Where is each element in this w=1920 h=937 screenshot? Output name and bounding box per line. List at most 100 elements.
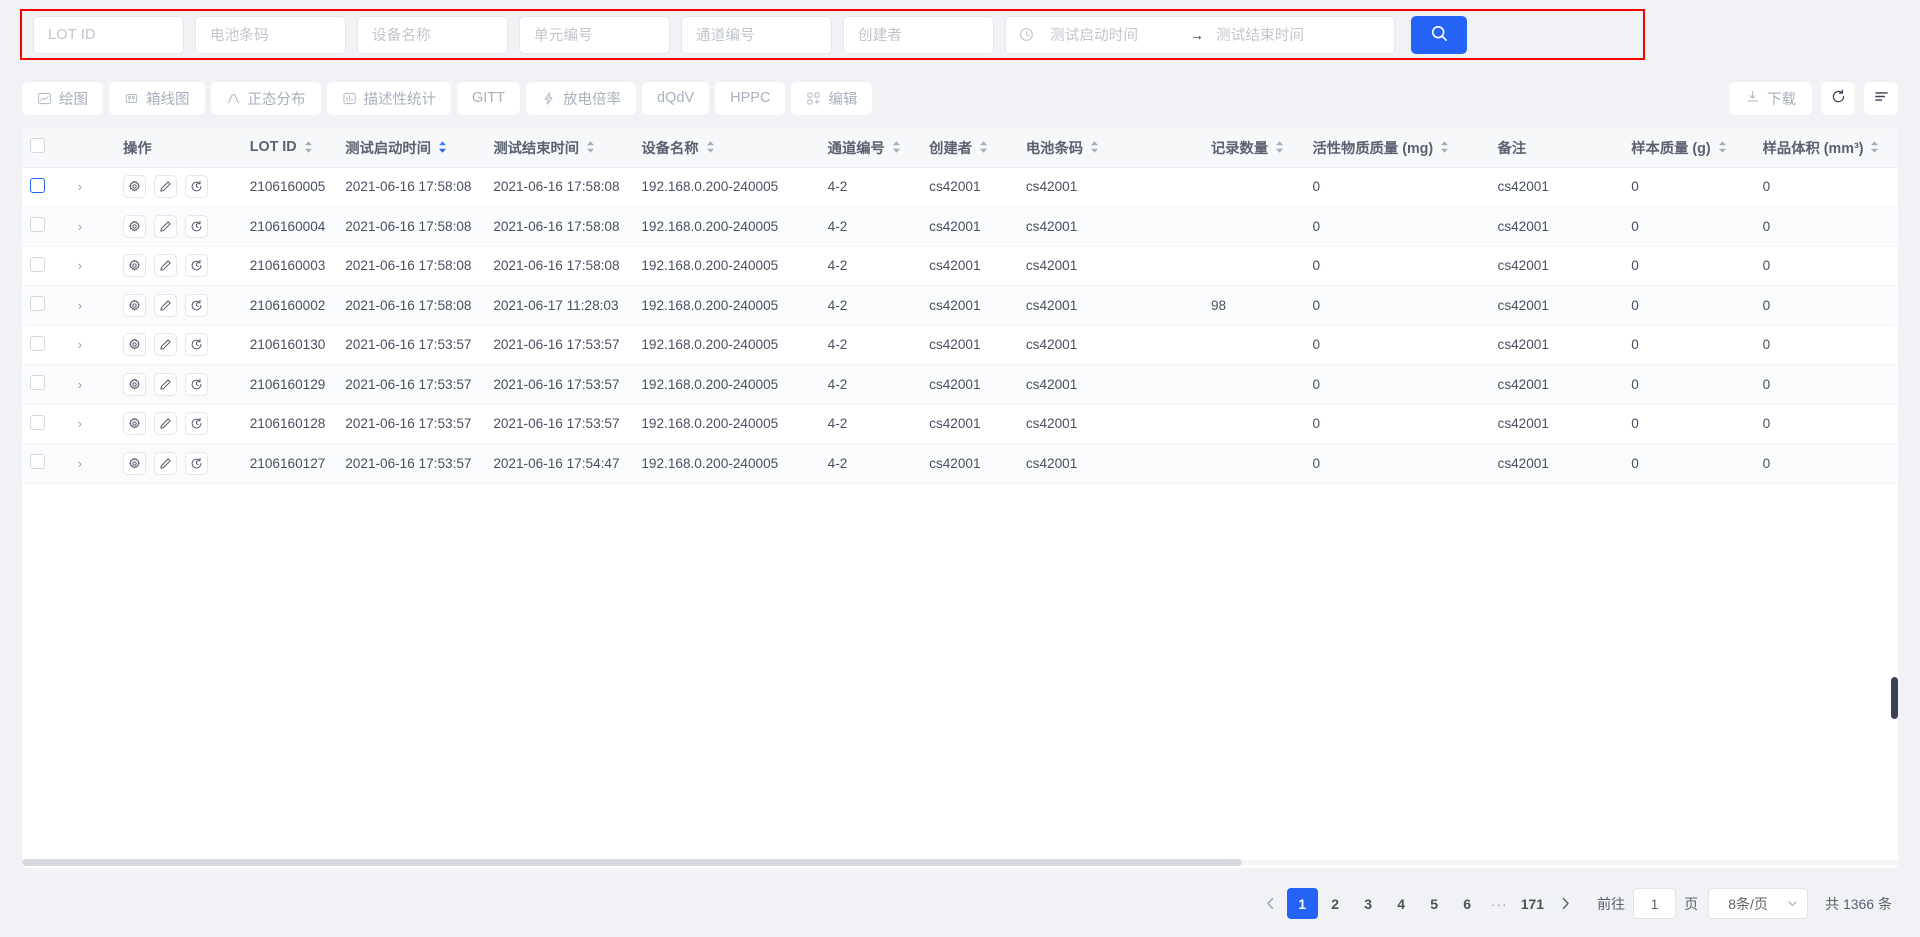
sort-icon-active-desc[interactable]: [437, 140, 448, 154]
tool-button-dqdv[interactable]: dQdV: [642, 81, 710, 115]
row-action-gear-icon[interactable]: [123, 372, 147, 396]
sort-icon[interactable]: [585, 140, 596, 154]
search-input-channel-number[interactable]: 通道编号: [681, 15, 832, 54]
row-action-pencil-icon[interactable]: [154, 372, 178, 396]
expand-row-icon[interactable]: ›: [78, 179, 82, 194]
row-action-pencil-icon[interactable]: [154, 451, 178, 475]
row-select-cell[interactable]: [22, 404, 70, 444]
table-row[interactable]: › 2106160004 2021-06-16 17:58:08 2021-06-16…: [22, 206, 1898, 247]
row-checkbox[interactable]: [30, 454, 45, 470]
pagination-ellipsis[interactable]: ···: [1484, 896, 1515, 912]
header-end-time[interactable]: 测试结束时间: [485, 128, 634, 168]
row-select-cell[interactable]: [22, 325, 70, 365]
row-action-pencil-icon[interactable]: [154, 412, 178, 436]
sort-icon[interactable]: [303, 140, 314, 154]
tool-button-descriptive-statistics[interactable]: 描述性统计: [326, 81, 451, 115]
pagination-page-3[interactable]: 3: [1353, 888, 1384, 919]
header-sample-volume[interactable]: 样品体积 (mm³): [1754, 128, 1898, 168]
date-range-end[interactable]: 测试结束时间: [1216, 24, 1344, 45]
row-checkbox[interactable]: [30, 375, 45, 391]
pagination-page-4[interactable]: 4: [1386, 888, 1417, 919]
download-button[interactable]: 下载: [1729, 81, 1812, 115]
search-input-creator[interactable]: 创建者: [843, 15, 994, 54]
row-action-gear-icon[interactable]: [123, 293, 147, 317]
sort-icon[interactable]: [1869, 140, 1880, 154]
sort-icon[interactable]: [705, 140, 716, 154]
pagination-prev-button[interactable]: [1256, 889, 1286, 919]
pagination-page-6[interactable]: 6: [1452, 888, 1483, 919]
row-action-history-icon[interactable]: [185, 214, 209, 238]
row-action-gear-icon[interactable]: [123, 175, 147, 199]
expand-row-icon[interactable]: ›: [78, 337, 82, 352]
row-action-history-icon[interactable]: [185, 293, 209, 317]
row-action-history-icon[interactable]: [185, 412, 209, 436]
header-device-name[interactable]: 设备名称: [633, 128, 820, 168]
date-range-picker[interactable]: 测试启动时间 → 测试结束时间: [1005, 15, 1395, 54]
search-button[interactable]: [1411, 15, 1467, 54]
row-action-history-icon[interactable]: [185, 372, 209, 396]
pagination-page-5[interactable]: 5: [1419, 888, 1450, 919]
row-select-cell[interactable]: [22, 364, 70, 405]
row-select-cell[interactable]: [22, 443, 70, 484]
row-checkbox[interactable]: [30, 217, 45, 233]
search-input-device-name[interactable]: 设备名称: [357, 15, 508, 54]
search-input-battery-barcode[interactable]: 电池条码: [195, 15, 346, 54]
tool-button-edit[interactable]: 编辑: [791, 81, 873, 115]
row-expand-cell[interactable]: ›: [69, 206, 116, 247]
header-active-mass[interactable]: 活性物质质量 (mg): [1304, 128, 1490, 168]
header-sample-weight[interactable]: 样本质量 (g): [1623, 128, 1755, 168]
row-expand-cell[interactable]: ›: [69, 285, 116, 326]
row-expand-cell[interactable]: ›: [69, 443, 116, 484]
search-input-unit-number[interactable]: 单元编号: [519, 15, 670, 54]
tool-button-draw[interactable]: 绘图: [22, 81, 103, 115]
header-start-time[interactable]: 测试启动时间: [337, 128, 486, 168]
expand-row-icon[interactable]: ›: [78, 219, 82, 234]
date-range-start[interactable]: 测试启动时间: [1050, 24, 1178, 45]
row-expand-cell[interactable]: ›: [69, 325, 116, 365]
sort-icon[interactable]: [1717, 140, 1728, 154]
row-action-gear-icon[interactable]: [123, 254, 147, 278]
header-creator[interactable]: 创建者: [921, 128, 1018, 168]
row-expand-cell[interactable]: ›: [69, 246, 116, 286]
row-action-pencil-icon[interactable]: [154, 333, 178, 357]
row-checkbox[interactable]: [30, 335, 45, 351]
tool-button-normal-distribution[interactable]: 正态分布: [210, 81, 321, 115]
row-action-pencil-icon[interactable]: [154, 214, 178, 238]
expand-row-icon[interactable]: ›: [78, 258, 82, 273]
row-select-cell[interactable]: [22, 285, 70, 326]
sort-icon[interactable]: [1089, 140, 1100, 154]
table-row[interactable]: › 2106160130 2021-06-16 17:53:57 2021-06-16…: [22, 325, 1898, 365]
expand-row-icon[interactable]: ›: [78, 456, 82, 471]
sort-icon[interactable]: [1274, 140, 1285, 154]
search-input-lot-id[interactable]: LOT ID: [33, 15, 184, 54]
row-checkbox[interactable]: [30, 296, 45, 312]
row-action-history-icon[interactable]: [185, 333, 209, 357]
row-action-history-icon[interactable]: [185, 175, 209, 199]
header-battery-barcode[interactable]: 电池条码: [1017, 128, 1203, 168]
row-expand-cell[interactable]: ›: [69, 404, 116, 444]
row-action-pencil-icon[interactable]: [154, 175, 178, 199]
row-checkbox[interactable]: [30, 414, 45, 430]
table-row[interactable]: › 2106160003 2021-06-16 17:58:08 2021-06-16…: [22, 246, 1898, 286]
row-action-history-icon[interactable]: [185, 254, 209, 278]
row-action-gear-icon[interactable]: [123, 214, 147, 238]
tool-button-boxplot[interactable]: 箱线图: [109, 81, 205, 115]
table-row[interactable]: › 2106160128 2021-06-16 17:53:57 2021-06-16…: [22, 404, 1898, 444]
row-action-gear-icon[interactable]: [123, 412, 147, 436]
row-action-gear-icon[interactable]: [123, 451, 147, 475]
pagination-last-page[interactable]: 171: [1516, 888, 1549, 919]
expand-row-icon[interactable]: ›: [78, 416, 82, 431]
tool-button-discharge-rate[interactable]: 放电倍率: [526, 81, 637, 115]
sort-icon[interactable]: [978, 140, 989, 154]
pagination-page-2[interactable]: 2: [1320, 888, 1351, 919]
tool-button-gitt[interactable]: GITT: [457, 81, 521, 115]
table-row[interactable]: › 2106160127 2021-06-16 17:53:57 2021-06-16…: [22, 443, 1898, 484]
table-row[interactable]: › 2106160129 2021-06-16 17:53:57 2021-06-16…: [22, 364, 1898, 405]
goto-page-input[interactable]: [1633, 888, 1677, 919]
vertical-scrollbar-thumb[interactable]: [1891, 677, 1898, 719]
header-record-count[interactable]: 记录数量: [1202, 128, 1305, 168]
pagination-page-1[interactable]: 1: [1286, 888, 1318, 919]
row-select-cell[interactable]: [22, 246, 70, 286]
header-lot-id[interactable]: LOT ID: [241, 128, 338, 168]
row-action-history-icon[interactable]: [185, 451, 209, 475]
